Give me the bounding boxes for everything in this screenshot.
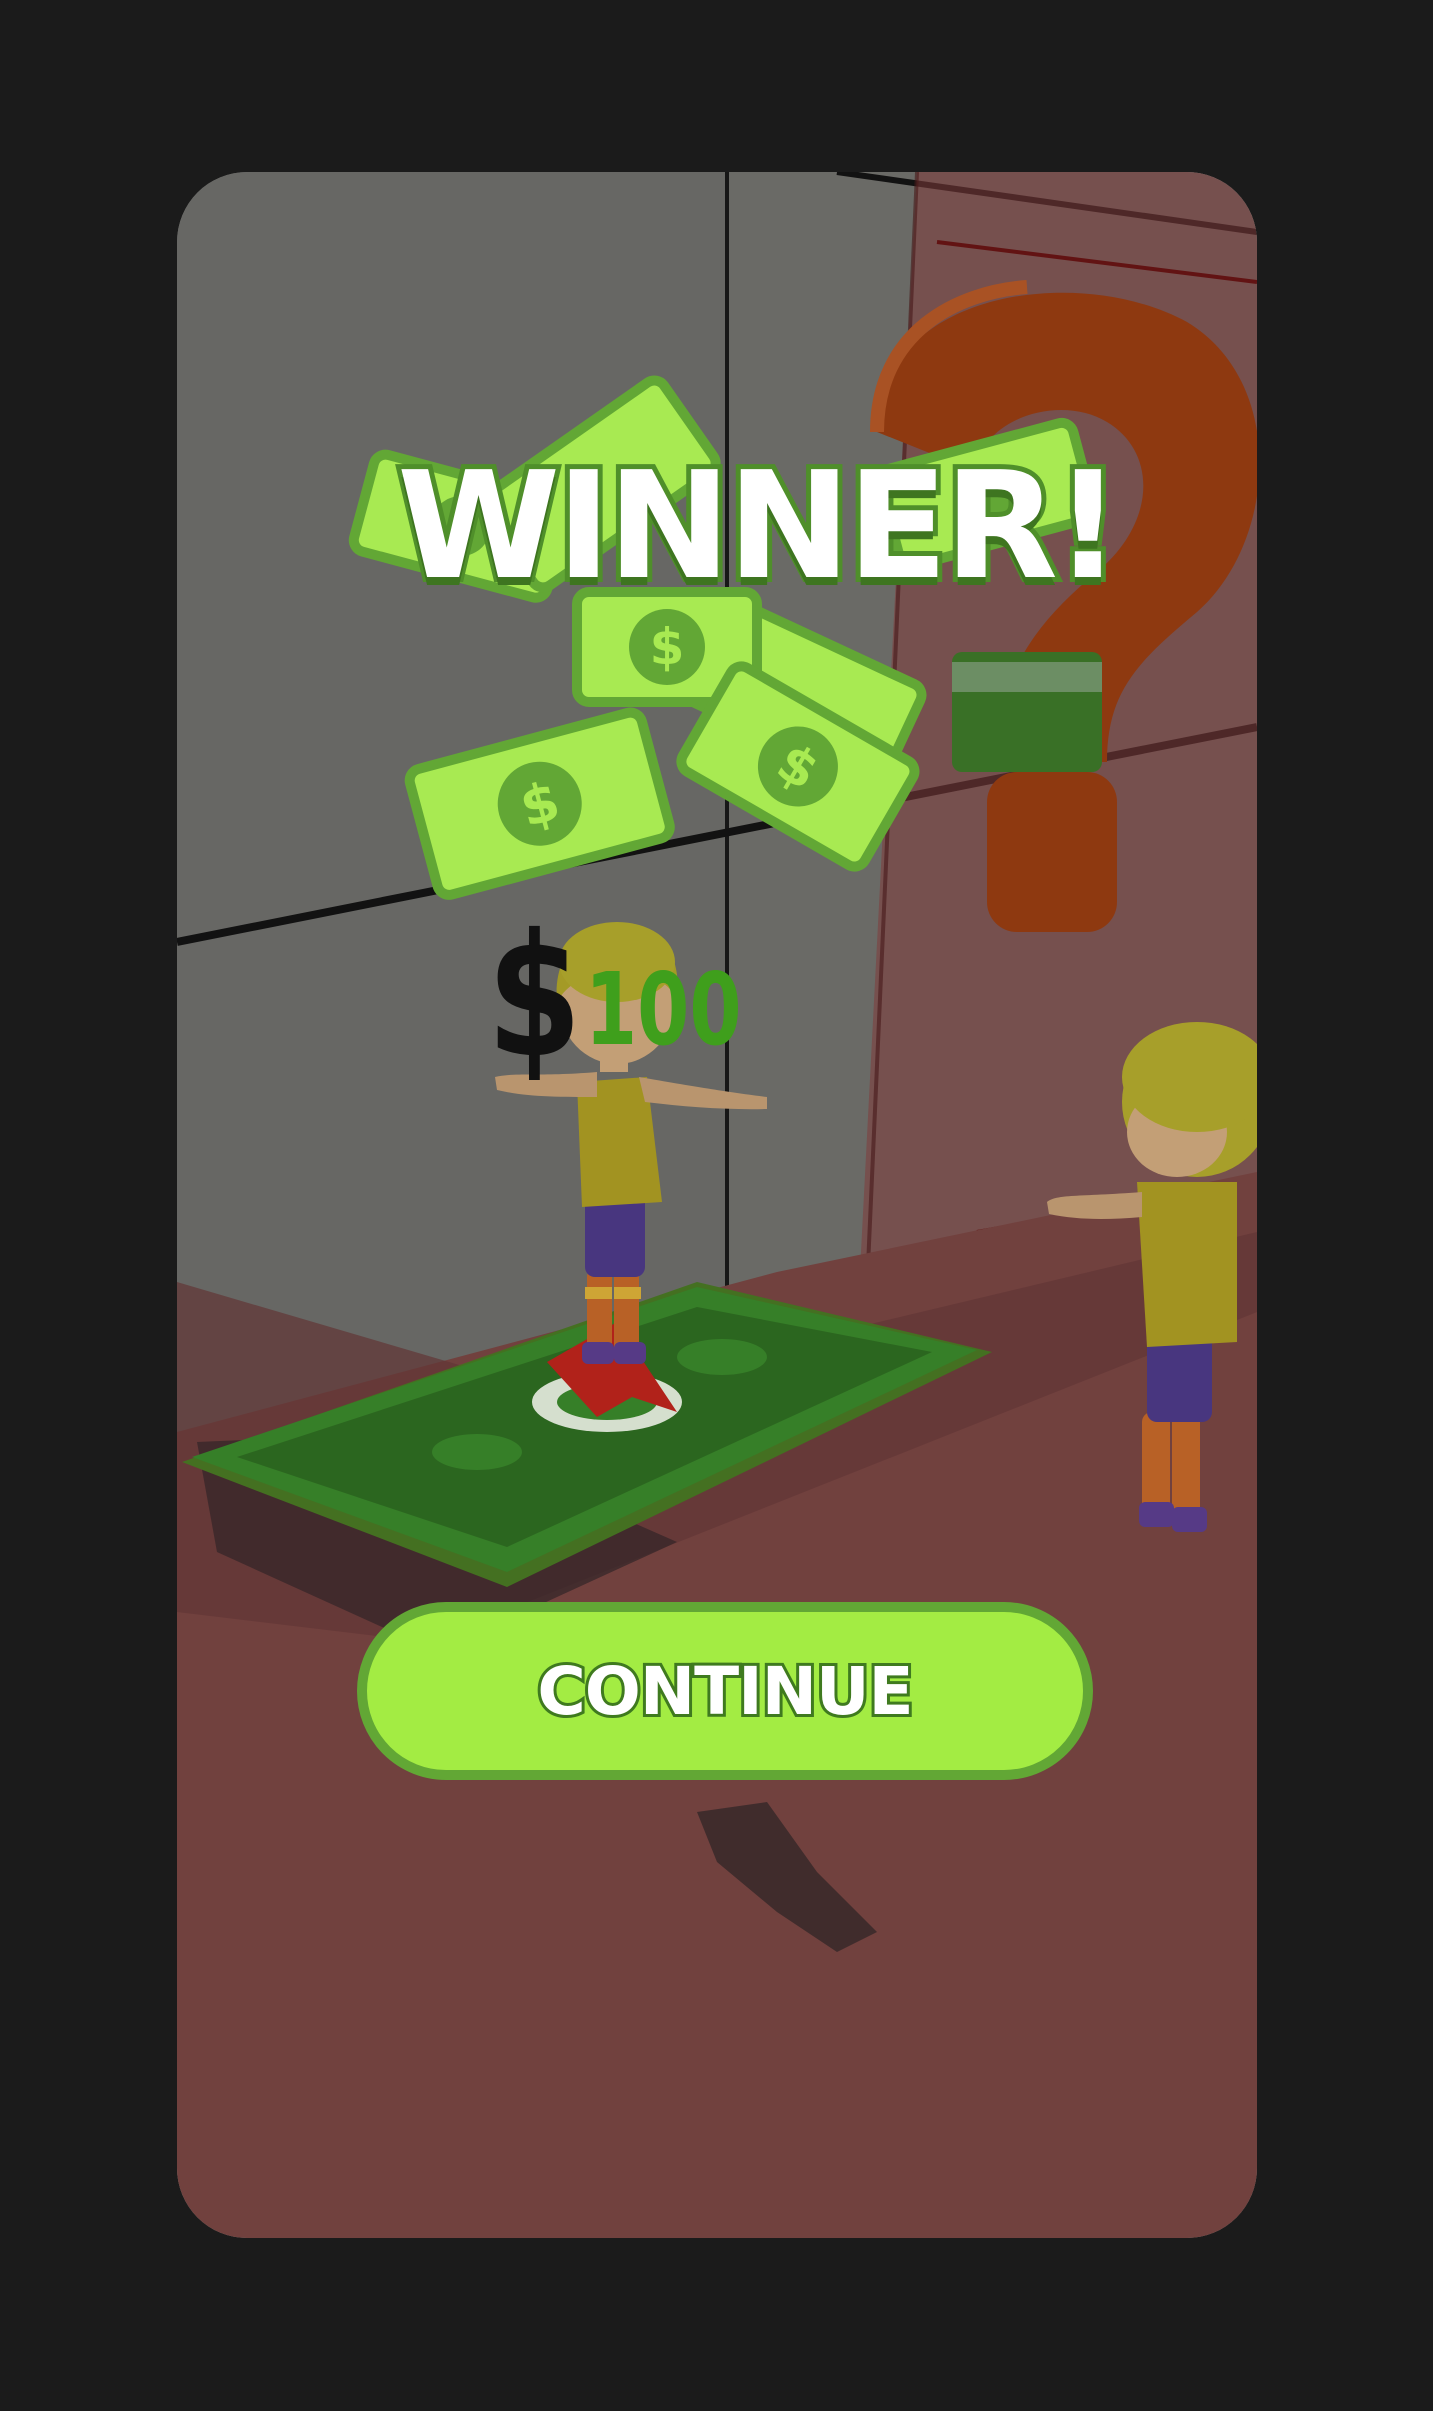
reward-amount: 100 bbox=[585, 951, 742, 1068]
continue-label: CONTINUE bbox=[534, 1650, 916, 1733]
winner-title: WINNER! bbox=[392, 440, 1127, 612]
dollar-icon: $ bbox=[487, 898, 582, 1096]
svg-text:$: $ bbox=[650, 618, 685, 676]
reward-display: $ 100 bbox=[487, 892, 794, 1082]
continue-button[interactable]: CONTINUE bbox=[357, 1602, 1093, 1780]
money-bill-icon: $ bbox=[404, 707, 675, 900]
game-screen: $ $ $ WINNER! $ 100 CONTINUE bbox=[177, 172, 1257, 2238]
